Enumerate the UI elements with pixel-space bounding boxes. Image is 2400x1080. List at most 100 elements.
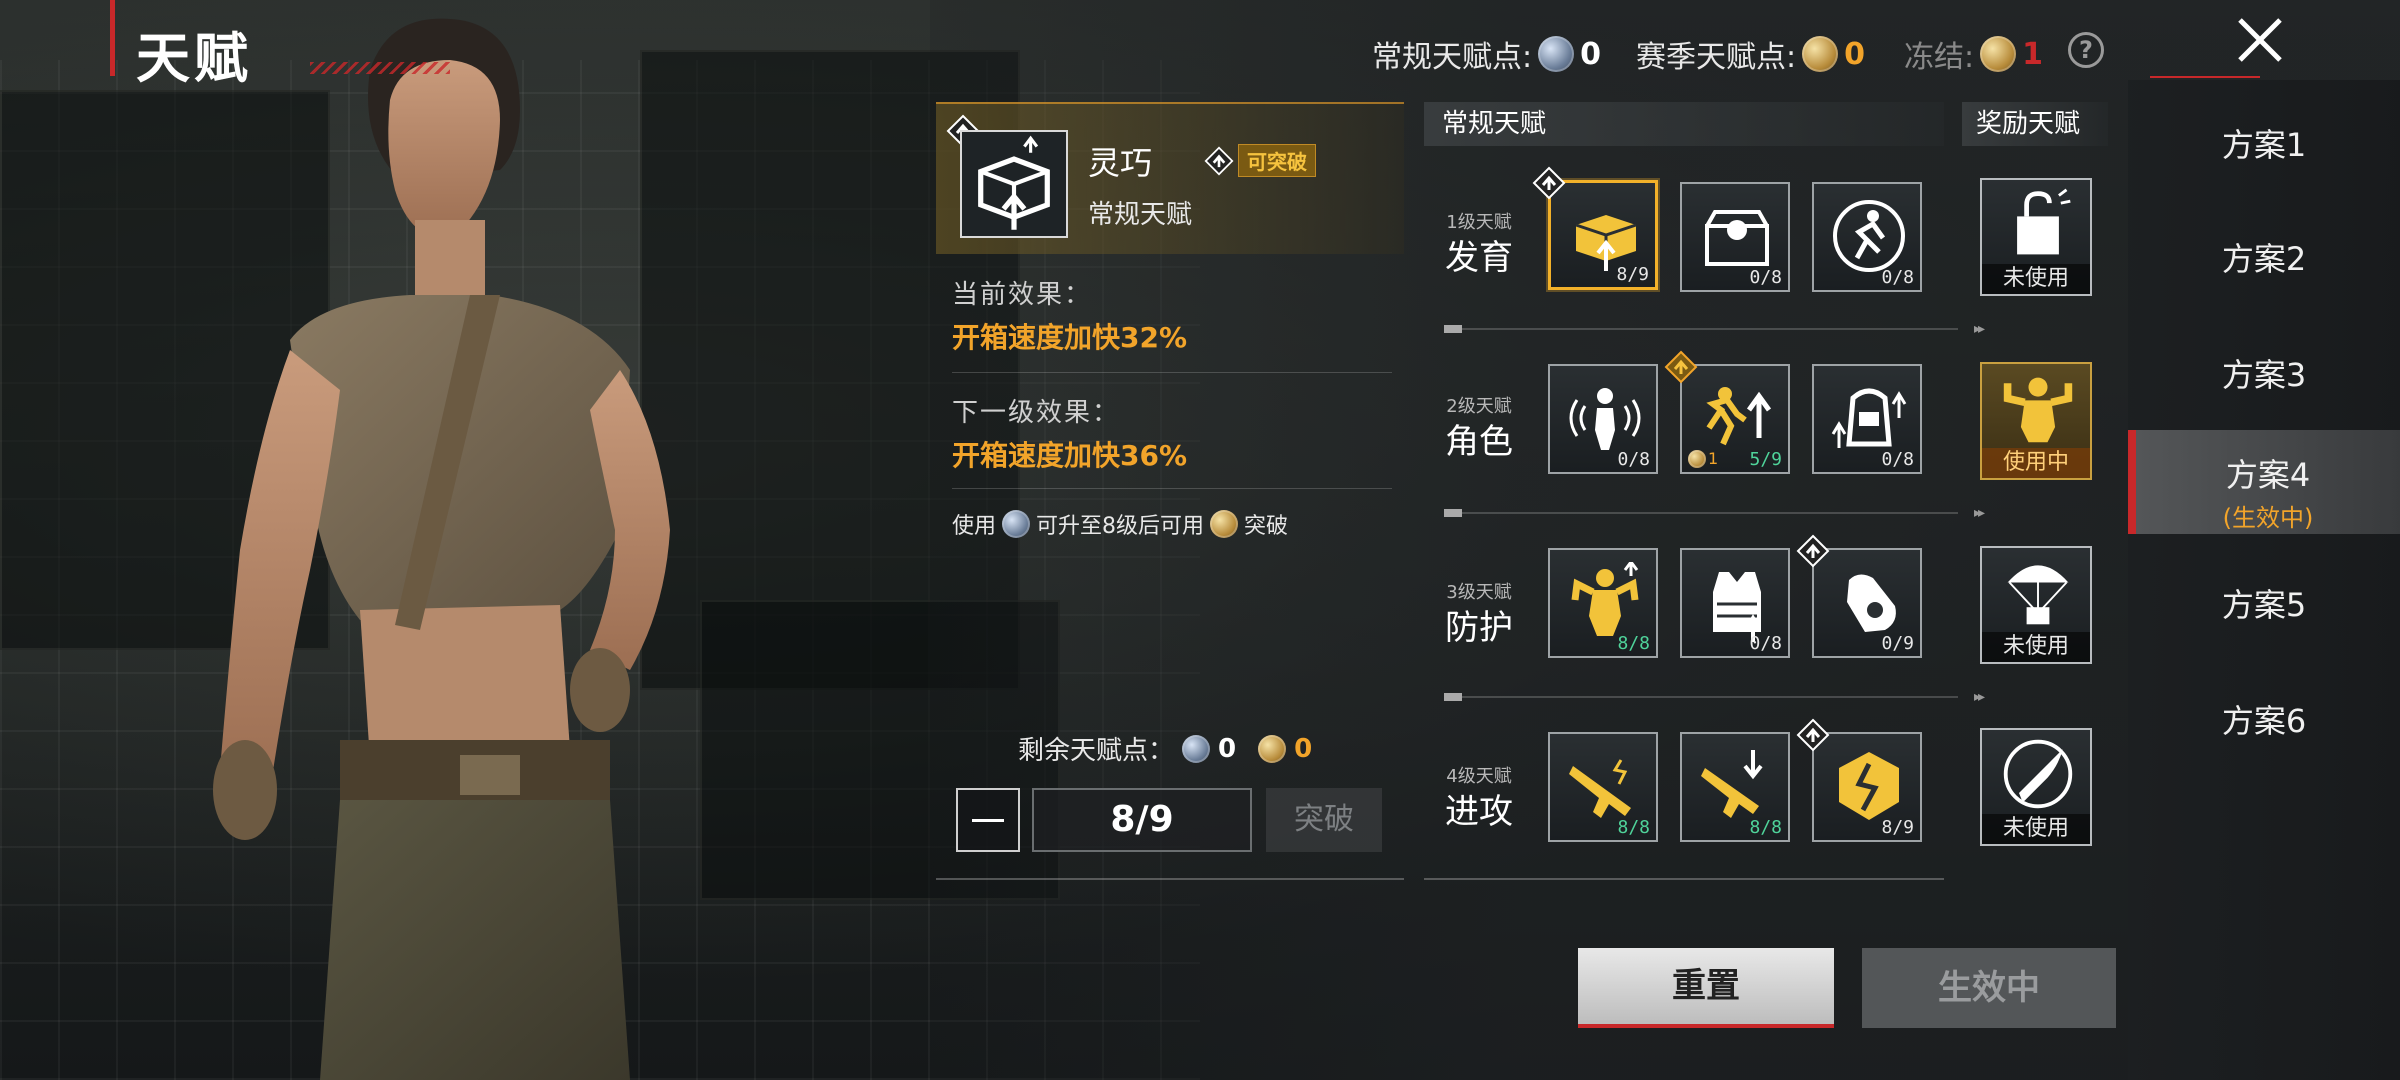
current-effect-label: 当前效果： [952, 280, 1093, 310]
reward-talent-node[interactable]: 未使用 [1980, 728, 2092, 846]
unlock-bag-icon [2017, 188, 2071, 255]
node-count: 5/9 [1749, 449, 1782, 470]
talent-node[interactable]: 0/8 [1680, 548, 1790, 658]
row-name: 角色 [1445, 422, 1513, 462]
row-label: 1级天赋 发育 [1424, 208, 1534, 279]
decrease-level-button[interactable] [956, 788, 1020, 852]
breakable-tag: 可突破 [1238, 144, 1316, 177]
frozen-label: 冻结: [1904, 40, 1975, 75]
upgrade-badge-icon [1796, 718, 1830, 752]
rifle-icon [1569, 759, 1631, 818]
panel-frame [1424, 878, 1944, 880]
plan-tab-5[interactable]: 方案5 [2128, 546, 2400, 650]
regular-talent-header: 常规天赋 [1424, 102, 1944, 146]
row-label: 3级天赋 防护 [1424, 578, 1534, 649]
season-points-label: 赛季天赋点: [1636, 40, 1797, 75]
node-count: 8/8 [1617, 633, 1650, 654]
regular-points: 常规天赋点: 0 [1372, 32, 1601, 76]
row-name: 进攻 [1445, 792, 1513, 832]
silver-coin-icon [1182, 734, 1211, 763]
node-gold-cost: 1 [1688, 449, 1718, 468]
reward-talent-node[interactable]: 使用中 [1980, 362, 2092, 480]
talent-node[interactable]: 8/8 [1680, 732, 1790, 842]
help-icon[interactable]: ? [2068, 32, 2104, 68]
node-count: 0/8 [1617, 449, 1650, 470]
silver-coin-icon [1002, 510, 1031, 538]
divider [952, 488, 1392, 489]
regular-points-label: 常规天赋点: [1372, 40, 1533, 75]
character-portrait [213, 18, 670, 1080]
plan-label: 方案5 [2221, 586, 2307, 624]
sound-soldier-icon [1569, 388, 1641, 450]
upgrade-badge-icon [1664, 350, 1698, 384]
plan-label: 方案1 [2221, 126, 2307, 164]
plan-label: 方案2 [2221, 240, 2307, 278]
node-count: 0/8 [1749, 633, 1782, 654]
plan-tab-3[interactable]: 方案3 [2128, 316, 2400, 420]
talent-node[interactable]: 0/8 [1680, 182, 1790, 292]
talent-node[interactable]: 8/8 [1548, 732, 1658, 842]
upgrade-badge-icon [1204, 146, 1234, 175]
close-icon[interactable] [2230, 10, 2290, 70]
current-effect-value: 开箱速度加快32% [952, 321, 1188, 354]
node-count: 0/9 [1881, 633, 1914, 654]
reward-state: 未使用 [1982, 264, 2090, 294]
plan-tab-6[interactable]: 方案6 [2128, 662, 2400, 766]
gold-coin-icon [1802, 36, 1839, 72]
row-divider: ▸▸ [1444, 321, 1985, 337]
plan-active-status: (生效中) [2222, 504, 2314, 532]
panel-frame [936, 878, 1404, 880]
bullet-icon [2003, 739, 2073, 809]
talent-node[interactable]: 0/8 [1812, 182, 1922, 292]
row-label: 4级天赋 进攻 [1424, 762, 1534, 833]
talent-detail-icon [960, 130, 1068, 238]
talent-node[interactable]: 0/8 [1812, 364, 1922, 474]
talent-node[interactable]: 0/8 [1548, 364, 1658, 474]
season-points-value: 0 [1844, 36, 1865, 72]
upgrade-badge-icon [1796, 534, 1830, 568]
page-header: 天赋 [110, 0, 450, 90]
reward-talent-node[interactable]: 未使用 [1980, 178, 2092, 296]
remaining-points: 剩余天赋点： 0 0 [1018, 730, 1312, 767]
upgrade-badge-icon [1532, 166, 1566, 200]
row-divider: ▸▸ [1444, 505, 1985, 521]
divider [952, 372, 1392, 373]
remaining-gold-value: 0 [1294, 733, 1313, 764]
reset-button[interactable]: 重置 [1578, 948, 1834, 1028]
parachute-icon [2007, 565, 2069, 625]
next-effect-label: 下一级效果： [952, 398, 1121, 428]
rifle-down-icon [1701, 750, 1763, 818]
reward-talent-header: 奖励天赋 [1962, 102, 2108, 146]
row-name: 防护 [1445, 608, 1513, 648]
talent-name: 灵巧 [1088, 144, 1153, 182]
hint-text: 突破 [1244, 514, 1289, 539]
talent-node[interactable]: 8/8 [1548, 548, 1658, 658]
node-gold-value: 1 [1708, 449, 1719, 468]
node-count: 0/8 [1881, 267, 1914, 288]
plan-label: 方案3 [2221, 356, 2307, 394]
sidebar-accent [2150, 76, 2260, 78]
plan-tab-1[interactable]: 方案1 [2128, 86, 2400, 190]
reward-talent-node[interactable]: 未使用 [1980, 546, 2092, 664]
row-label: 2级天赋 角色 [1424, 392, 1534, 463]
talent-detail-header: 灵巧 可突破 常规天赋 [936, 102, 1404, 254]
title-decoration [310, 62, 450, 74]
silver-coin-icon [1538, 36, 1575, 72]
gold-coin-icon [1210, 510, 1239, 538]
gold-coin-icon [1980, 36, 2017, 72]
reward-state: 未使用 [1982, 814, 2090, 844]
plan-label: 方案6 [2221, 702, 2307, 740]
talent-detail-panel: 灵巧 可突破 常规天赋 当前效果： 开箱速度加快32% 下一级效果： 开箱速度加… [936, 102, 1406, 882]
plan-tab-2[interactable]: 方案2 [2128, 200, 2400, 304]
apply-plan-button[interactable]: 生效中 [1862, 948, 2116, 1028]
backpack-up-icon [1831, 388, 1907, 448]
glove-icon [1847, 574, 1896, 632]
row-divider: ▸▸ [1444, 689, 1985, 705]
plan-tab-4[interactable]: 方案4 (生效中) [2128, 430, 2400, 534]
runner-up-icon [1706, 387, 1772, 446]
hint-text: 使用 [952, 514, 997, 539]
reward-state: 未使用 [1982, 632, 2090, 662]
breakthrough-button[interactable]: 突破 [1266, 788, 1382, 852]
hint-text: 可升至8级后可用 [1036, 514, 1205, 539]
frozen-value: 1 [2022, 36, 2043, 72]
